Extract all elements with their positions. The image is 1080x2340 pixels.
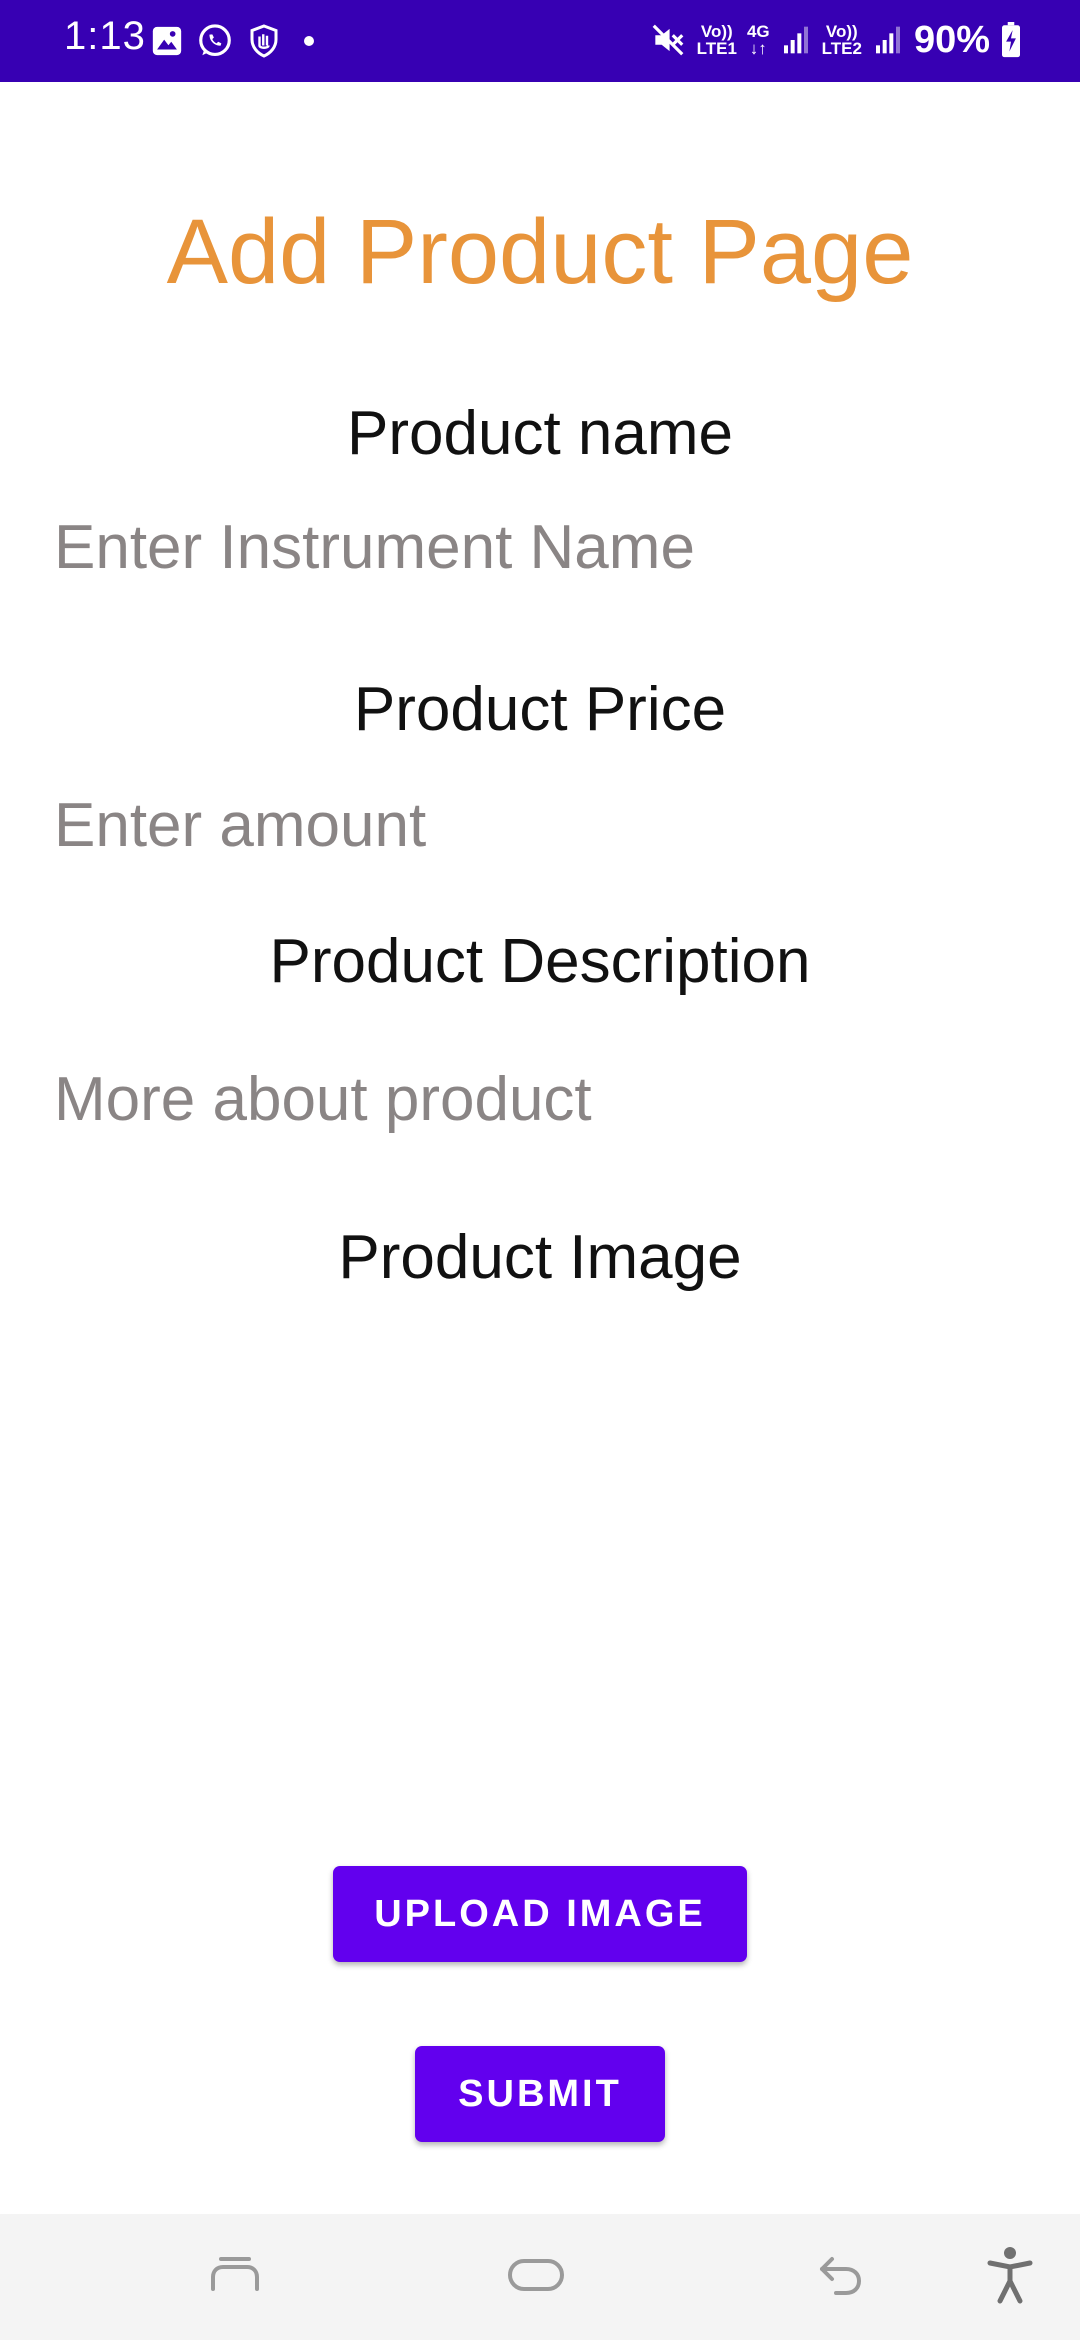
back-icon xyxy=(816,2253,864,2302)
status-bar: 1:13 Vo)) LTE1 4G ↓↑ Vo)) LTE2 90% xyxy=(0,0,1080,82)
navigation-bar xyxy=(0,2214,1080,2340)
volte-label-2: Vo)) xyxy=(825,22,858,41)
accessibility-button[interactable] xyxy=(950,2214,1070,2340)
network-type-indicator: 4G ↓↑ xyxy=(747,23,770,57)
network-type-label: 4G xyxy=(746,22,770,41)
status-time: 1:13 xyxy=(64,14,146,58)
back-button[interactable] xyxy=(780,2214,900,2340)
product-price-label: Product Price xyxy=(353,675,727,744)
accessibility-icon xyxy=(986,2245,1034,2310)
home-button[interactable] xyxy=(476,2214,596,2340)
battery-charging-icon xyxy=(1000,22,1022,58)
recents-icon xyxy=(207,2255,263,2300)
lte2-label: LTE2 xyxy=(821,39,862,58)
product-image-preview xyxy=(180,1330,900,1810)
signal-1-icon xyxy=(780,23,812,57)
product-image-label: Product Image xyxy=(338,1223,742,1292)
more-notifications-dot-icon xyxy=(294,26,324,56)
upload-image-button[interactable]: UPLOAD IMAGE xyxy=(333,1866,747,1962)
product-name-input[interactable] xyxy=(54,502,1034,592)
volte-lte2-indicator: Vo)) LTE2 xyxy=(822,23,862,57)
submit-button[interactable]: SUBMIT xyxy=(415,2046,665,2142)
product-description-input[interactable] xyxy=(54,1054,1034,1144)
volte-label-1: Vo)) xyxy=(700,22,733,41)
hand-shield-icon xyxy=(246,22,282,60)
page-title: Add Product Page xyxy=(166,201,914,303)
lte1-label: LTE1 xyxy=(696,39,737,58)
data-arrows-icon: ↓↑ xyxy=(749,39,767,58)
volte-lte1-indicator: Vo)) LTE1 xyxy=(697,23,737,57)
notification-icons xyxy=(150,20,324,62)
gallery-icon xyxy=(150,24,184,58)
add-product-screen: 1:13 Vo)) LTE1 4G ↓↑ Vo)) LTE2 90% Add P… xyxy=(0,0,1080,2340)
signal-2-icon xyxy=(872,23,904,57)
product-name-label: Product name xyxy=(347,399,733,468)
home-icon xyxy=(506,2255,566,2300)
system-status-icons: Vo)) LTE1 4G ↓↑ Vo)) LTE2 90% xyxy=(649,12,1022,68)
product-description-label: Product Description xyxy=(269,927,811,996)
battery-percentage: 90% xyxy=(913,18,990,61)
product-price-input[interactable] xyxy=(54,780,1034,870)
whatsapp-icon xyxy=(196,22,234,60)
recents-button[interactable] xyxy=(175,2214,295,2340)
mute-icon xyxy=(649,21,687,59)
